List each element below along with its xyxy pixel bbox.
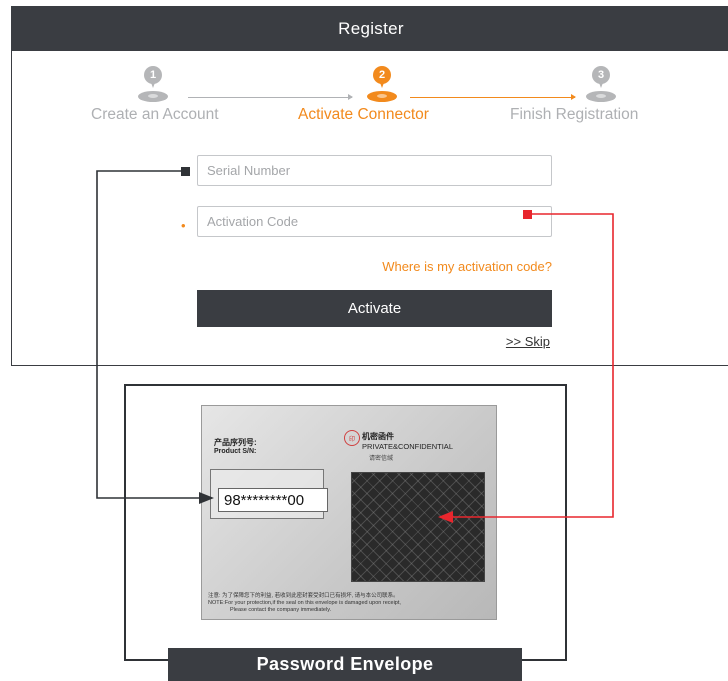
step-label-create-account: Create an Account xyxy=(91,106,219,123)
scratch-off-area xyxy=(351,472,485,582)
serial-number-input[interactable] xyxy=(197,155,552,186)
step-create-account: 1 xyxy=(136,66,170,106)
envelope-sn-label-cn: 产品序列号: xyxy=(214,438,257,447)
where-activation-code-link[interactable]: Where is my activation code? xyxy=(382,259,552,274)
step-label-finish-registration: Finish Registration xyxy=(510,106,639,123)
map-pin-icon: 3 xyxy=(584,66,618,106)
serial-connector-marker xyxy=(181,167,190,176)
envelope-confidential-cn: 机密函件 xyxy=(362,432,394,441)
envelope-sn-label-en: Product S/N: xyxy=(214,448,257,455)
seal-icon: 印 xyxy=(344,430,360,446)
step-label-activate-connector: Activate Connector xyxy=(298,106,429,123)
activation-code-input[interactable] xyxy=(197,206,552,237)
envelope-confidential-cn2: 请密信缄 xyxy=(369,456,394,462)
map-pin-icon: 2 xyxy=(365,66,399,106)
panel-header: Register xyxy=(12,7,728,51)
password-envelope-image: 产品序列号: Product S/N: 98********00 印 机密函件 … xyxy=(201,405,497,620)
step-activate-connector: 2 xyxy=(365,66,399,106)
page-title: Register xyxy=(338,19,404,38)
envelope-caption: Password Envelope xyxy=(168,648,522,681)
step-finish-registration: 3 xyxy=(584,66,618,106)
step-track-1 xyxy=(188,94,353,100)
envelope-notice: 注意: 为了保障您下的利益, 若收到此密封套受封口已有损坏, 请与本公司联系。 … xyxy=(208,593,401,613)
activation-connector-marker xyxy=(523,210,532,219)
step-track-2 xyxy=(410,94,576,100)
skip-link[interactable]: >> Skip xyxy=(506,334,550,349)
activate-button[interactable]: Activate xyxy=(197,290,552,327)
map-pin-icon: 1 xyxy=(136,66,170,106)
envelope-confidential-en: PRIVATE&CONFIDENTIAL xyxy=(362,442,453,451)
envelope-serial-value: 98********00 xyxy=(218,488,328,512)
required-marker: • xyxy=(181,218,186,233)
